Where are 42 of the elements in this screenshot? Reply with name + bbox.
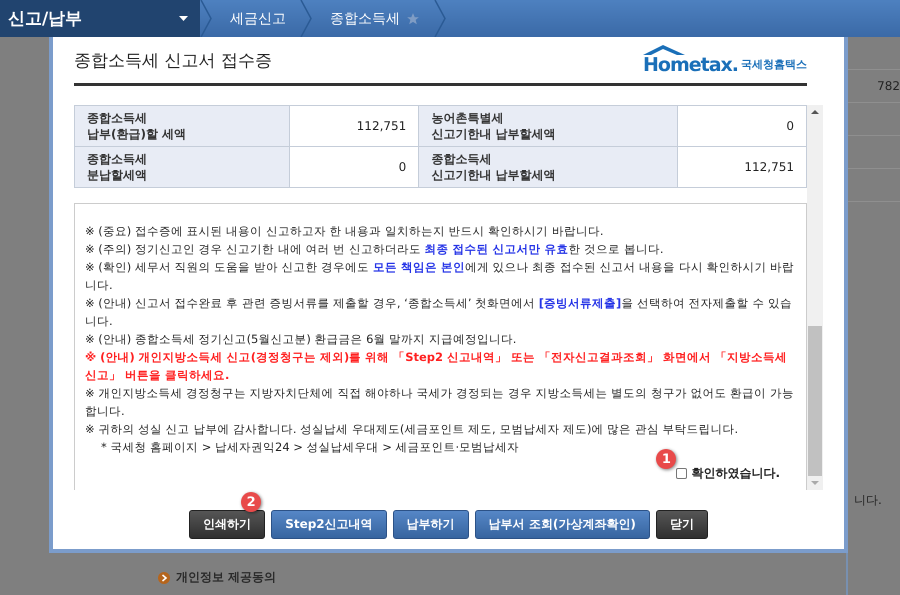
label-cell: 종합소득세 납부(환급)할 세액 xyxy=(74,106,290,146)
chevron-icon xyxy=(434,0,446,37)
dialog-button[interactable]: 인쇄하기 xyxy=(189,510,266,539)
scrollbar[interactable] xyxy=(807,105,823,490)
notice-text: ※ (안내) 종합소득세 정기신고(5월신고분) 환급금은 6월 말까지 지급예정입니다. xyxy=(85,331,516,348)
section-title: 신고/납부 xyxy=(8,8,82,30)
chevron-icon xyxy=(200,0,212,37)
callout-badge: 2 xyxy=(241,492,262,512)
breadcrumb-item[interactable]: 세금신고 xyxy=(230,10,286,28)
checkbox-label[interactable]: 확인하였습니다. xyxy=(691,465,780,482)
consent-link[interactable]: 개인정보 제공동의 xyxy=(176,569,276,586)
logo-wordmark: Hometax. xyxy=(642,55,738,75)
notice-text: ※ (주의) 정기신고인 경우 신고기한 내에 여러 번 신고하더라도 최종 접수된 신고서만 유효한 것으로 봅니다. xyxy=(85,241,664,258)
scroll-thumb[interactable] xyxy=(808,326,822,476)
notice-text: ※ (중요) 접수증에 표시된 내용이 신고하고자 한 내용과 일치하는지 반드시 확인하시기 바랍니다. xyxy=(85,223,604,240)
star-icon[interactable] xyxy=(406,12,420,26)
dialog-button[interactable]: 납부하기 xyxy=(392,510,469,539)
dialog-button[interactable]: 닫기 xyxy=(656,510,708,539)
notice-text: ※ 개인지방소득세 경정청구는 지방자치단체에 직접 해야하나 국세가 경정되는 경우 지방소득세는 별도의 청구가 없어도 환급이 가능합니다. xyxy=(85,385,795,420)
logo-text: 국세청홈택스 xyxy=(741,57,807,72)
text-fragment: 니다. xyxy=(853,492,883,509)
arrow-circle-icon xyxy=(158,572,170,584)
notice-text: ※ (확인) 세무서 직원의 도움을 받아 신고한 경우에도 모든 책임은 본인에게 있으나 최종 접수된 신고서 내용을 다시 확인하시기 바랍니다. xyxy=(85,259,796,294)
house-icon xyxy=(642,45,687,55)
amount-text: 782 xyxy=(877,79,900,93)
notice-text: * 국세청 홈페이지 > 납세자권익24 > 성실납세우대 > 세금포인트·모범납세자 xyxy=(100,439,520,456)
checkbox[interactable] xyxy=(676,468,688,479)
dialog-button[interactable]: Step2신고내역 xyxy=(271,510,387,539)
notice-text: ※ (안내) 신고서 접수완료 후 관련 증빙서류를 제출할 경우, ‘종합소득세’ 첫화면에서 [증빙서류제출]을 선택하여 전자제출할 수 있습니다. xyxy=(85,295,793,330)
label-cell: 종합소득세 신고기한내 납부할세액 xyxy=(418,146,678,188)
chevron-icon xyxy=(300,0,312,37)
dialog-title: 종합소득세 신고서 접수증 xyxy=(74,50,272,72)
amount-cell: 112,751 xyxy=(290,106,419,146)
label-cell: 농어촌특별세 신고기한내 납부할세액 xyxy=(418,106,678,146)
amount-cell: 0 xyxy=(677,106,806,146)
breadcrumb-item[interactable]: 종합소득세 xyxy=(330,10,400,28)
label-cell: 종합소득세 분납할세액 xyxy=(74,146,290,188)
warning-text: ※ (안내) 개인지방소득세 신고(경정청구는 제외)를 위해 「Step2 신고내역」 또는 「전자신고결과조회」 화면에서 「지방소득세 신고」 버튼을 클릭하세요. xyxy=(85,349,788,384)
dialog-button[interactable]: 납부서 조회(가상계좌확인) xyxy=(474,510,650,539)
caret-icon[interactable] xyxy=(179,16,188,21)
callout-badge: 1 xyxy=(656,449,676,469)
notice-text: ※ 귀하의 성실 신고 납부에 감사합니다. 성실납세 우대제도(세금포인트 제도, 모범납세자 제도)에 많은 관심 부탁드립니다. xyxy=(85,421,738,438)
